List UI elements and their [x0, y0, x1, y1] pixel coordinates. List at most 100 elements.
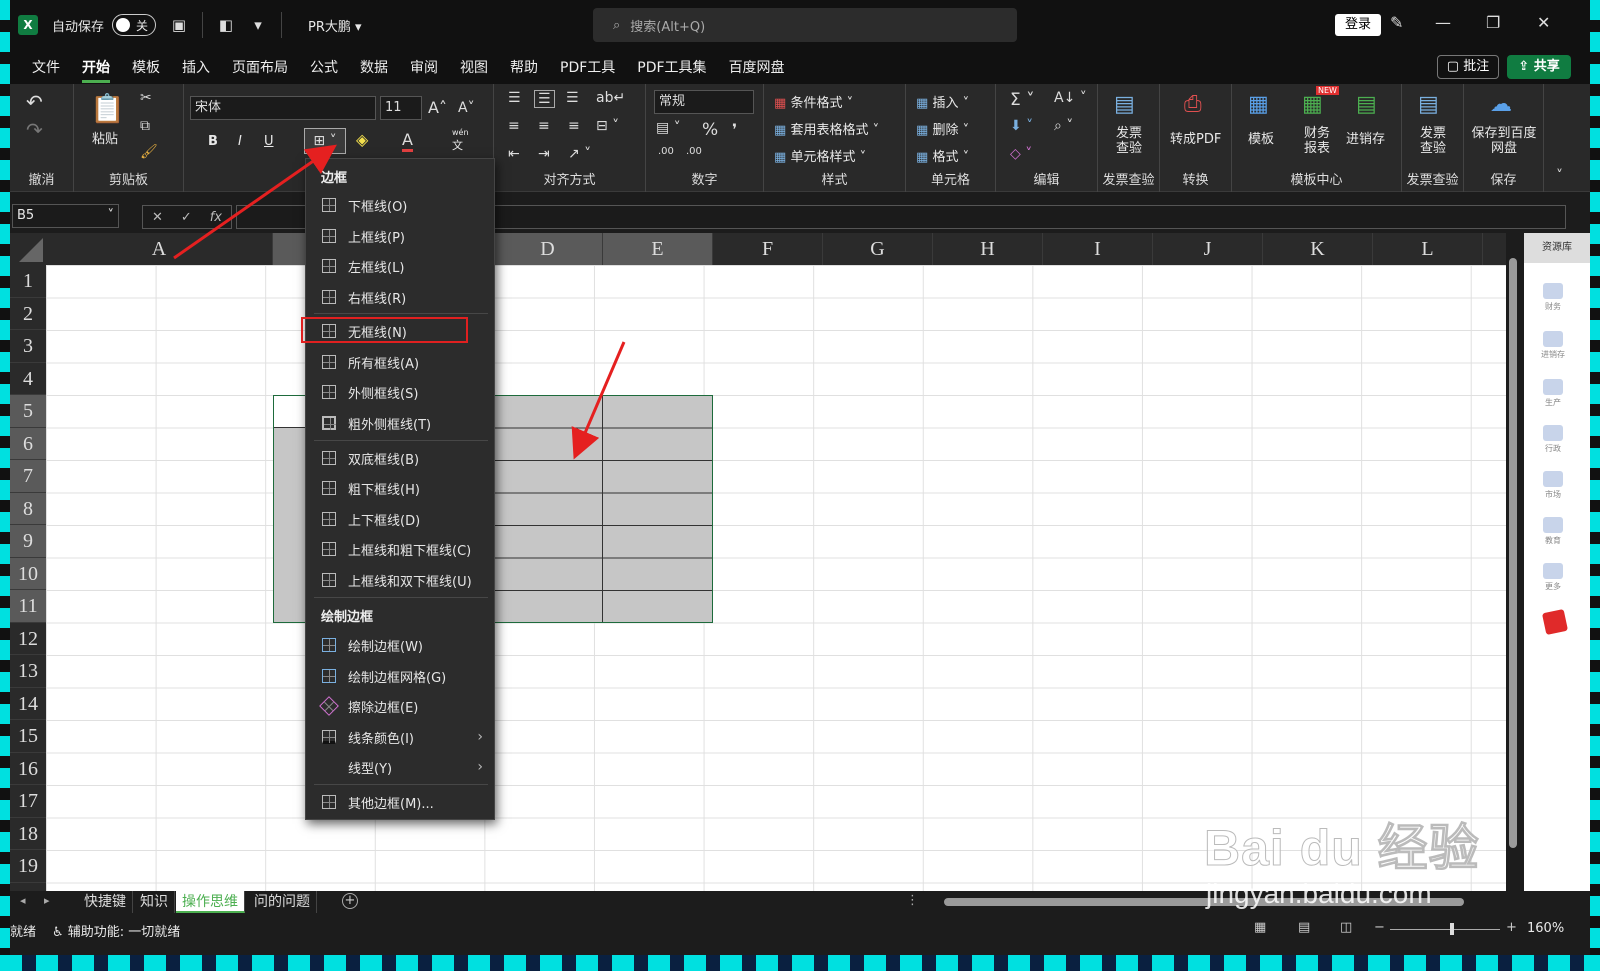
search-box[interactable]: ⌕ 搜索(Alt+Q): [593, 8, 1017, 42]
menu-file[interactable]: 文件: [32, 57, 60, 77]
row-header[interactable]: 16: [10, 753, 46, 785]
column-header-e[interactable]: E: [603, 233, 713, 265]
align-right-icon[interactable]: ≡: [568, 118, 580, 134]
font-name-select[interactable]: 宋体: [190, 96, 376, 120]
layout-icon[interactable]: ◧: [217, 16, 235, 34]
side-item-admin[interactable]: 行政: [1536, 425, 1570, 454]
invoice-check-label[interactable]: 发票查验: [1114, 126, 1144, 156]
zoom-in-icon[interactable]: +: [1506, 920, 1517, 935]
font-size-select[interactable]: 11: [380, 96, 422, 120]
cancel-icon[interactable]: ✕: [152, 210, 163, 225]
column-header-f[interactable]: F: [713, 233, 823, 265]
all-borders-option[interactable]: 所有框线(A): [307, 347, 493, 377]
border-top-option[interactable]: 上框线(P): [307, 221, 493, 251]
menu-baidu-netdisk[interactable]: 百度网盘: [729, 57, 785, 77]
page-layout-view-icon[interactable]: ▤: [1298, 920, 1310, 935]
line-color-option[interactable]: 线条颜色(I) ›: [307, 722, 493, 752]
sort-filter-icon[interactable]: A↓ ˅: [1054, 90, 1087, 106]
sales-stock-label[interactable]: 进销存: [1346, 128, 1385, 147]
row-header[interactable]: 6: [10, 427, 46, 460]
row-header[interactable]: 13: [10, 655, 46, 688]
orientation-icon[interactable]: ↗ ˅: [568, 146, 591, 162]
row-header[interactable]: 4: [10, 363, 46, 395]
invoice-check-icon-2[interactable]: ▤: [1418, 92, 1439, 117]
page-break-view-icon[interactable]: ◫: [1340, 920, 1352, 935]
template-label[interactable]: 模板: [1248, 128, 1274, 147]
phonetic-guide[interactable]: wén 文: [452, 128, 469, 153]
more-borders-option[interactable]: 其他边框(M)...: [307, 787, 493, 817]
menu-pdf-tools[interactable]: PDF工具: [560, 57, 615, 77]
fill-icon[interactable]: ⬇ ˅: [1010, 118, 1033, 134]
align-middle-icon[interactable]: ☰: [534, 90, 555, 108]
save-baidu-label[interactable]: 保存到百度网盘: [1470, 126, 1538, 156]
align-left-icon[interactable]: ≡: [508, 118, 520, 134]
side-item-education[interactable]: 教育: [1536, 517, 1570, 546]
comma-icon[interactable]: ❜: [732, 120, 737, 139]
customize-quick-access-icon[interactable]: ▾: [249, 16, 267, 34]
finance-report-icon[interactable]: ▦: [1302, 92, 1323, 117]
redo-icon[interactable]: ↷: [26, 118, 43, 142]
invoice-check-icon[interactable]: ▤: [1114, 92, 1135, 117]
row-header[interactable]: 7: [10, 460, 46, 493]
zoom-out-icon[interactable]: −: [1374, 920, 1385, 935]
decrease-indent-icon[interactable]: ⇤: [508, 146, 520, 162]
underline-button[interactable]: U: [264, 134, 274, 149]
pdf-icon[interactable]: ⎙: [1184, 92, 1202, 117]
column-header-i[interactable]: I: [1043, 233, 1153, 265]
wrap-text-icon[interactable]: ab↵: [596, 90, 625, 106]
zoom-slider[interactable]: [1390, 929, 1500, 930]
row-header[interactable]: 5: [10, 395, 46, 428]
paste-icon[interactable]: 📋: [90, 92, 125, 125]
border-button[interactable]: ⊞ ˅: [304, 128, 346, 154]
clear-icon[interactable]: ◇ ˅: [1010, 146, 1032, 162]
cut-icon[interactable]: ✂: [140, 90, 152, 106]
autosave-toggle[interactable]: 关: [112, 14, 157, 36]
red-envelope-icon[interactable]: [1541, 608, 1569, 636]
sales-stock-icon[interactable]: ▤: [1356, 92, 1377, 117]
comment-button[interactable]: ▢ 批注: [1437, 55, 1499, 79]
tab-scroll-left-icon[interactable]: ◂: [20, 894, 26, 907]
menu-insert[interactable]: 插入: [182, 57, 210, 77]
add-sheet-icon[interactable]: +: [342, 893, 358, 909]
sheet-tab-thinking[interactable]: 操作思维: [176, 891, 245, 913]
line-style-option[interactable]: 线型(Y) ›: [307, 752, 493, 782]
file-name[interactable]: PR大鹏 ▾: [308, 16, 362, 35]
border-left-option[interactable]: 左框线(L): [307, 251, 493, 281]
number-format-select[interactable]: 常规: [654, 90, 754, 114]
double-bottom-border-option[interactable]: 双底框线(B): [307, 443, 493, 473]
fill-color-icon[interactable]: ◈: [356, 130, 368, 149]
column-header-d[interactable]: D: [493, 233, 603, 265]
cell-grid[interactable]: [46, 265, 1506, 891]
row-header[interactable]: 12: [10, 623, 46, 655]
cell-style-button[interactable]: ▦ 单元格样式 ˅: [774, 146, 866, 165]
column-header-l[interactable]: L: [1373, 233, 1483, 265]
column-header-h[interactable]: H: [933, 233, 1043, 265]
format-painter-icon[interactable]: 🖌: [140, 144, 158, 160]
share-button[interactable]: ⇪ 共享: [1507, 55, 1571, 79]
erase-border-option[interactable]: 擦除边框(E): [307, 691, 493, 721]
border-bottom-option[interactable]: 下框线(O): [307, 190, 493, 220]
table-format-button[interactable]: ▦ 套用表格格式 ˅: [774, 119, 879, 138]
copy-icon[interactable]: ⧉: [140, 118, 150, 134]
side-item-sales[interactable]: 进销存: [1536, 331, 1570, 360]
row-header[interactable]: 17: [10, 785, 46, 818]
bold-button[interactable]: B: [208, 134, 218, 149]
normal-view-icon[interactable]: ▦: [1254, 920, 1266, 935]
invoice-check-label-2[interactable]: 发票查验: [1418, 126, 1448, 156]
save-icon[interactable]: ▣: [170, 16, 188, 34]
row-header[interactable]: 10: [10, 557, 46, 590]
row-header[interactable]: 9: [10, 525, 46, 558]
enter-icon[interactable]: ✓: [181, 210, 192, 225]
tab-options-icon[interactable]: ⋮: [906, 893, 919, 908]
sheet-tab-shortcuts[interactable]: 快捷键: [78, 891, 133, 913]
align-center-icon[interactable]: ≡: [538, 118, 550, 134]
row-header[interactable]: 11: [10, 590, 46, 623]
menu-review[interactable]: 审阅: [410, 57, 438, 77]
decrease-decimal-icon[interactable]: .00: [686, 146, 702, 157]
top-bottom-border-option[interactable]: 上下框线(D): [307, 504, 493, 534]
row-header[interactable]: 2: [10, 298, 46, 330]
row-header[interactable]: 8: [10, 492, 46, 525]
sheet-tab-knowledge[interactable]: 知识: [134, 891, 175, 913]
row-header[interactable]: 19: [10, 850, 46, 883]
outside-borders-option[interactable]: 外侧框线(S): [307, 377, 493, 407]
